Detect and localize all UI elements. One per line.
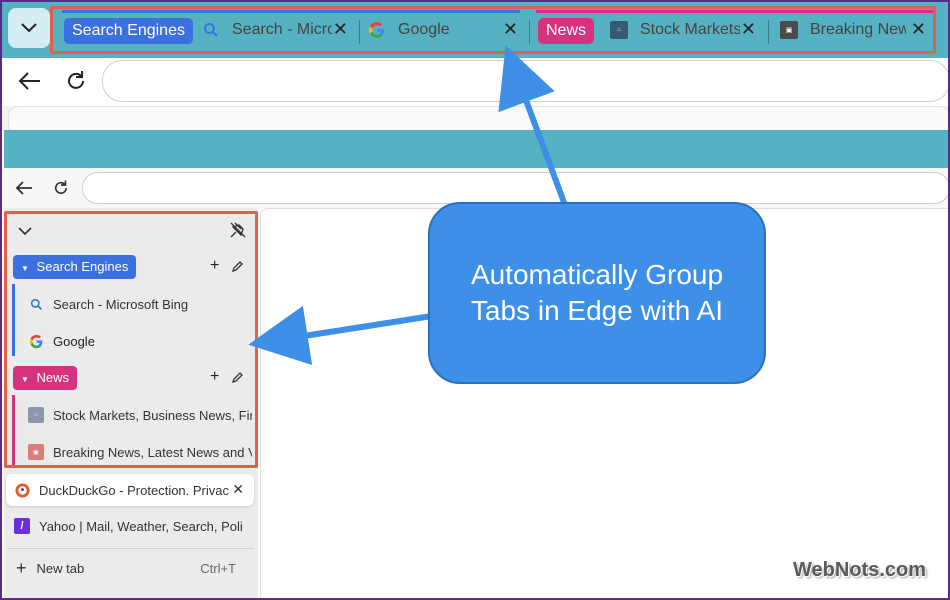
callout-text: Automatically Group Tabs in Edge with AI: [470, 259, 724, 326]
arrow-to-tabstrip: [498, 45, 568, 207]
arrow-to-sidebar: [248, 305, 433, 366]
callout-box: Automatically Group Tabs in Edge with AI: [428, 202, 766, 384]
